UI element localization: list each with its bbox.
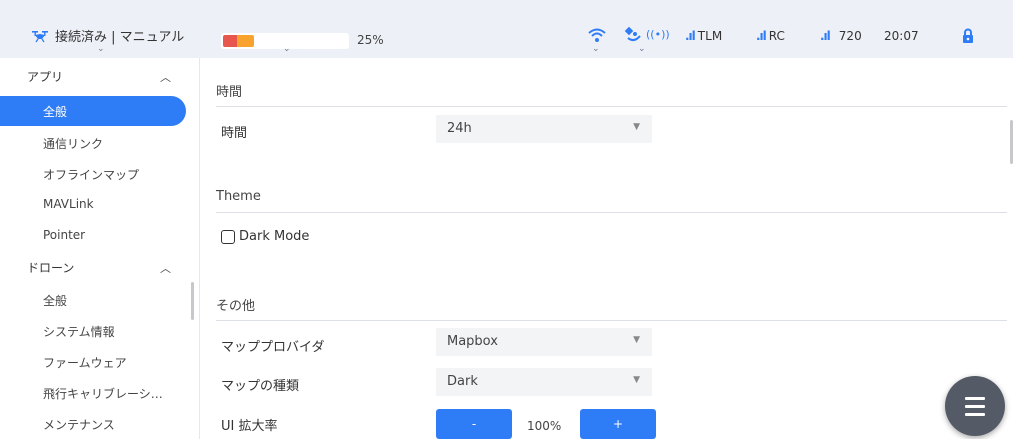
battery-fill	[223, 35, 254, 47]
chevron-down-icon[interactable]: ⌄	[592, 44, 600, 54]
sidebar-item-system-info[interactable]: システム情報	[43, 323, 115, 340]
battery-percent: 25%	[357, 33, 384, 47]
connection-status-text: 接続済み | マニュアル	[55, 30, 185, 45]
wifi-icon[interactable]	[588, 27, 606, 43]
time-format-select[interactable]: 24h ▼	[436, 115, 652, 143]
sidebar-item-comm-links[interactable]: 通信リンク	[43, 135, 103, 152]
telemetry-signal[interactable]: .ıl TLM	[685, 29, 722, 43]
sidebar-item-flight-calibration[interactable]: 飛行キャリブレーシ…	[43, 385, 163, 402]
sidebar-item-app-general[interactable]: 全般	[0, 96, 186, 126]
drone-icon	[32, 30, 48, 42]
broadcast-icon: ((•))	[646, 28, 670, 41]
ui-scale-value: 100%	[527, 419, 562, 433]
section-divider	[216, 320, 1007, 321]
ui-scale-increase-button[interactable]: +	[580, 409, 656, 439]
sidebar-item-pointer[interactable]: Pointer	[43, 228, 85, 242]
menu-icon	[965, 397, 985, 400]
time-format-value: 24h	[447, 121, 472, 136]
rc-label: RC	[768, 29, 785, 43]
settings-sidebar: アプリ ︿ 全般 通信リンク オフラインマップ MAVLink Pointer …	[0, 58, 200, 439]
sidebar-group-app[interactable]: アプリ	[27, 68, 63, 85]
connection-status[interactable]: 接続済み | マニュアル	[31, 26, 184, 45]
chevron-down-icon[interactable]: ⌄	[638, 44, 646, 54]
clock: 20:07	[884, 29, 919, 43]
signal-bars-icon: .ıl	[685, 29, 696, 43]
sidebar-item-label: 全般	[43, 105, 68, 119]
dark-mode-checkbox[interactable]: Dark Mode	[221, 229, 309, 244]
section-title-other: その他	[216, 299, 256, 314]
app-root: 接続済み | マニュアル ⌄ ⌄ 25% ⌄ ((•)) ⌄ .ıl TLM .…	[0, 0, 1013, 439]
sidebar-item-offline-maps[interactable]: オフラインマップ	[43, 166, 139, 183]
chevron-up-icon[interactable]: ︿	[160, 260, 171, 276]
map-provider-label: マッププロバイダ	[221, 340, 325, 355]
ui-scale-decrease-button[interactable]: -	[436, 409, 512, 439]
lock-icon[interactable]	[962, 28, 974, 43]
menu-icon-bar	[965, 405, 985, 408]
signal-bars-icon: .ıl	[756, 29, 767, 43]
sidebar-item-mavlink[interactable]: MAVLink	[43, 197, 94, 211]
dropdown-arrow-icon: ▼	[633, 335, 640, 345]
time-format-label: 時間	[221, 126, 248, 141]
top-status-bar: 接続済み | マニュアル ⌄ ⌄ 25% ⌄ ((•)) ⌄ .ıl TLM .…	[0, 0, 1013, 58]
chevron-up-icon[interactable]: ︿	[160, 69, 171, 85]
menu-icon-bar	[965, 413, 985, 416]
tlm-label: TLM	[697, 29, 723, 43]
sidebar-scrollbar[interactable]	[191, 282, 194, 320]
signal-value: 720	[838, 29, 862, 43]
chevron-down-icon[interactable]: ⌄	[283, 44, 291, 54]
sidebar-group-drone[interactable]: ドローン	[27, 259, 74, 276]
satellite-icon[interactable]	[624, 26, 644, 44]
dropdown-arrow-icon: ▼	[633, 375, 640, 385]
ui-scale-label: UI 拡大率	[221, 419, 278, 434]
rc-signal[interactable]: .ıl RC	[756, 29, 785, 43]
menu-button[interactable]	[945, 376, 1005, 436]
section-divider	[216, 106, 1007, 107]
map-type-value: Dark	[447, 374, 478, 389]
sidebar-item-maintenance[interactable]: メンテナンス	[43, 416, 115, 433]
map-provider-value: Mapbox	[447, 334, 498, 349]
dark-mode-label: Dark Mode	[239, 229, 310, 244]
checkbox-box[interactable]	[221, 229, 235, 244]
link-signal[interactable]: .ıl 720	[820, 29, 862, 43]
map-type-label: マップの種類	[221, 379, 300, 394]
sidebar-item-drone-general[interactable]: 全般	[43, 292, 67, 309]
settings-content: 時間 時間 24h ▼ Theme Dark Mode その他 マッププロバイダ…	[200, 58, 1013, 439]
section-divider	[216, 212, 1007, 213]
signal-bars-icon: .ıl	[820, 29, 831, 43]
map-type-select[interactable]: Dark ▼	[436, 368, 652, 396]
sidebar-item-firmware[interactable]: ファームウェア	[43, 354, 127, 371]
dropdown-arrow-icon: ▼	[633, 122, 640, 132]
chevron-down-icon[interactable]: ⌄	[97, 44, 105, 54]
map-provider-select[interactable]: Mapbox ▼	[436, 328, 652, 356]
section-title-time: 時間	[216, 85, 243, 100]
section-title-theme: Theme	[216, 189, 261, 204]
